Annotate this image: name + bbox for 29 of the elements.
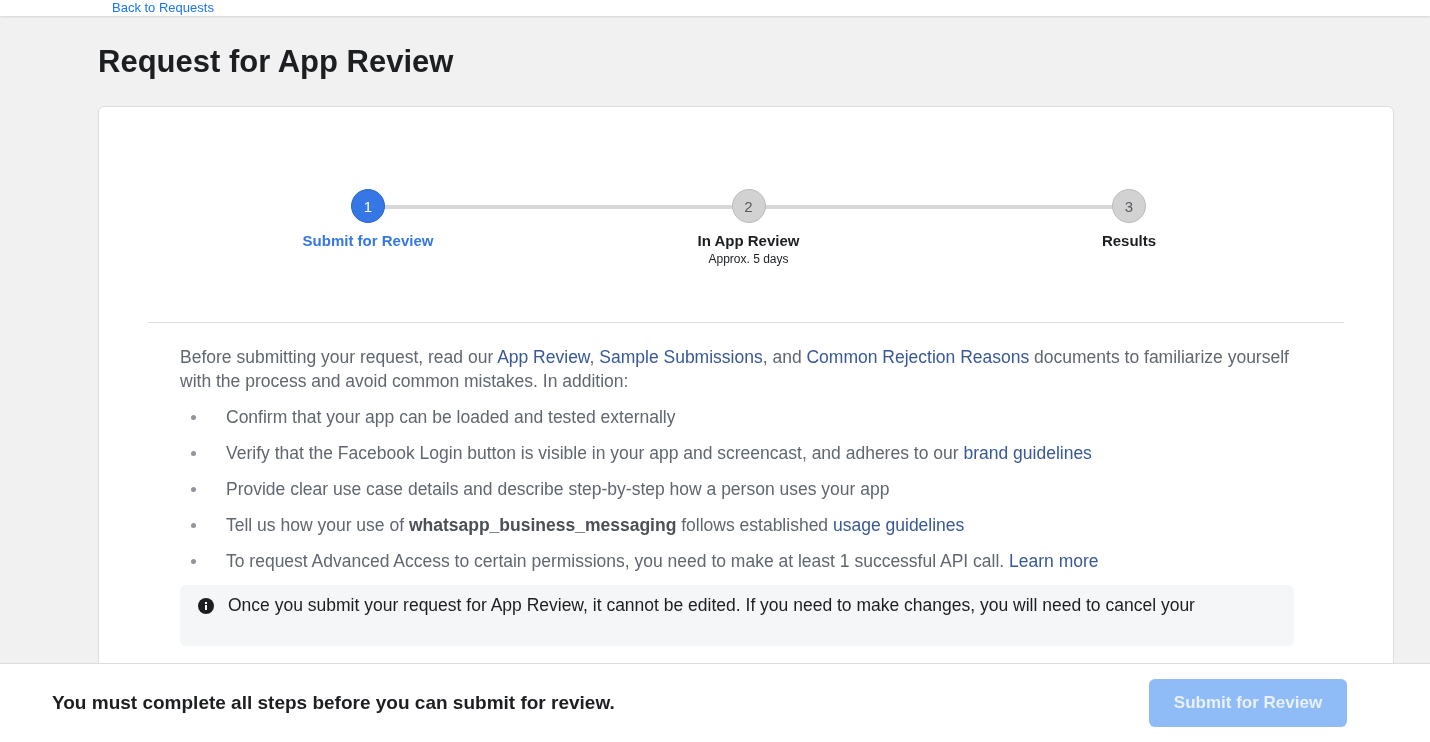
checklist-item: To request Advanced Access to certain permissions, you need to make at least 1 successful API call. Learn more bbox=[226, 550, 1099, 572]
step-circle: 1 bbox=[351, 189, 385, 223]
step-circle: 2 bbox=[731, 189, 766, 223]
bullet-icon bbox=[191, 414, 196, 420]
intro-paragraph: Before submitting your request, read our App Review, Sample Submissions, and Common Rejection Reasons documents to familiarize yourself with the process and avoid common mistakes. In addition: bbox=[180, 346, 1290, 393]
page-title: Request for App Review bbox=[98, 44, 455, 80]
info-icon bbox=[198, 597, 214, 614]
back-link[interactable]: Back to Requests bbox=[112, 1, 214, 15]
bullet-icon bbox=[191, 522, 196, 528]
document-link[interactable]: Common Rejection Reasons bbox=[806, 347, 1030, 367]
step-circle: 3 bbox=[1112, 189, 1146, 223]
footer-message: You must complete all steps before you can submit for review. bbox=[52, 692, 615, 714]
step-label: Results bbox=[1101, 232, 1157, 249]
checklist-item: Tell us how your use of whatsapp_business_messaging follows established usage guidelines bbox=[226, 514, 965, 536]
step-label: Submit for Review bbox=[302, 232, 434, 249]
checklist-item: Provide clear use case details and describe step-by-step how a person uses your app bbox=[226, 478, 890, 500]
bullet-icon bbox=[191, 558, 196, 564]
step-label: In App Review bbox=[697, 232, 800, 249]
notice-text: Once you submit your request for App Review, it cannot be edited. If you need to make changes, you will need to cancel your bbox=[228, 595, 1195, 616]
checklist-item: Verify that the Facebook Login button is visible in your app and screencast, and adheres to our brand guidelines bbox=[226, 442, 1092, 464]
bullet-icon bbox=[191, 486, 196, 492]
checklist-item: Confirm that your app can be loaded and tested externally bbox=[226, 406, 676, 428]
document-link[interactable]: Sample Submissions bbox=[599, 347, 763, 367]
guideline-link[interactable]: brand guidelines bbox=[963, 442, 1092, 463]
step-sublabel: Approx. 5 days bbox=[708, 252, 789, 266]
guideline-link[interactable]: usage guidelines bbox=[833, 514, 965, 535]
guideline-link[interactable]: Learn more bbox=[1009, 550, 1099, 571]
bullet-icon bbox=[191, 450, 196, 456]
document-link[interactable]: App Review bbox=[497, 347, 590, 367]
